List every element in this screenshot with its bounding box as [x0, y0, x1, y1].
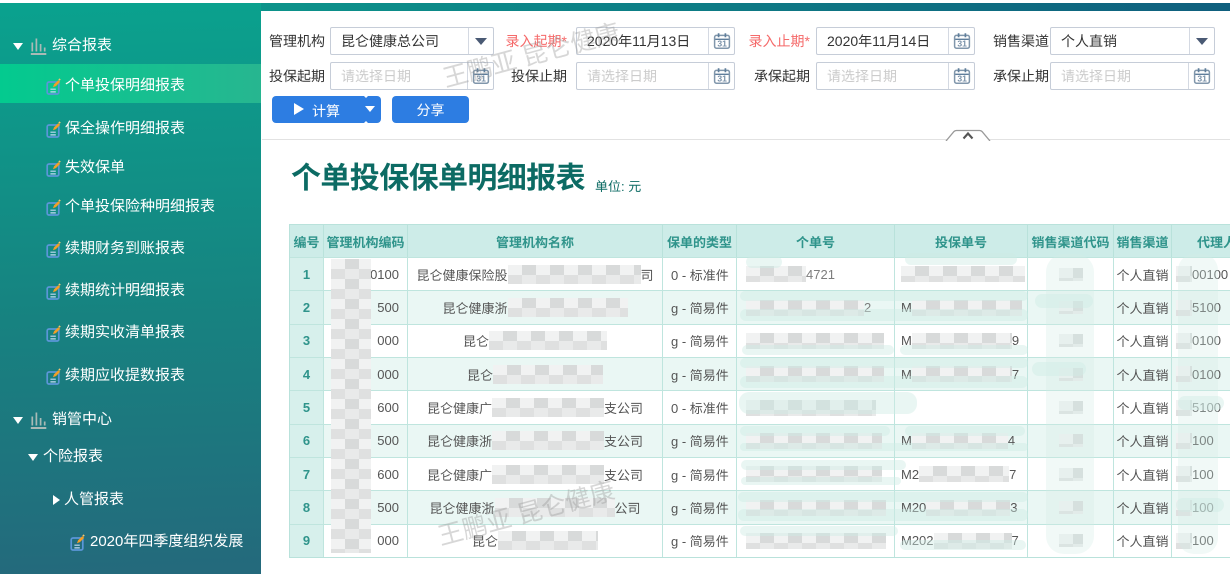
- svg-text:31: 31: [1197, 74, 1207, 84]
- svg-text:31: 31: [717, 74, 727, 84]
- svg-text:31: 31: [717, 39, 727, 49]
- svg-text:31: 31: [957, 74, 967, 84]
- svg-text:31: 31: [957, 39, 967, 49]
